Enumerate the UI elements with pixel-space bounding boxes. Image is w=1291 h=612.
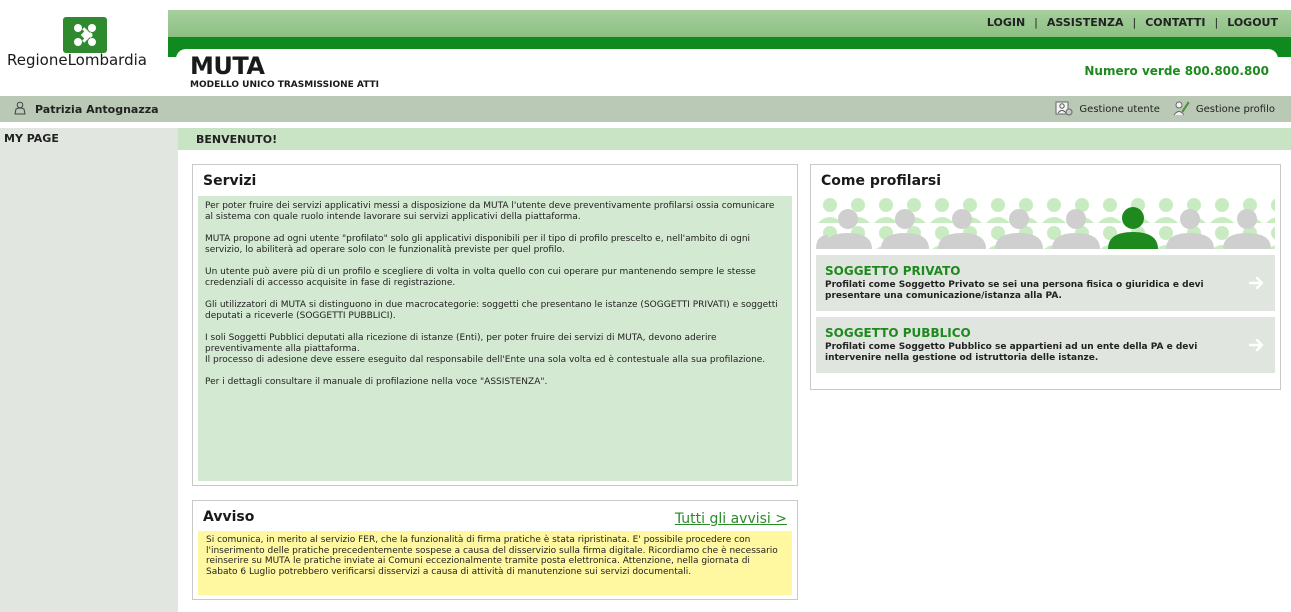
servizi-panel: Servizi Per poter fruire dei servizi app…	[192, 164, 798, 486]
servizi-body: Per poter fruire dei servizi applicativi…	[198, 196, 792, 481]
soggetto-pubblico-title: SOGGETTO PUBBLICO	[825, 326, 971, 340]
welcome-bar: BENVENUTO!	[178, 128, 1291, 150]
app-subtitle: MODELLO UNICO TRASMISSIONE ATTI	[190, 80, 380, 90]
soggetto-privato-title: SOGGETTO PRIVATO	[825, 264, 961, 278]
logout-link[interactable]: LOGOUT	[1227, 16, 1278, 29]
tutti-gli-avvisi-link[interactable]: Tutti gli avvisi >	[675, 511, 787, 527]
gestione-profilo-label: Gestione profilo	[1195, 104, 1275, 115]
soggetto-privato-desc: Profilati come Soggetto Privato se sei u…	[825, 280, 1204, 301]
servizi-paragraph: Per poter fruire dei servizi applicativi…	[205, 201, 775, 222]
arrow-right-icon	[1249, 276, 1264, 290]
avviso-text: Si comunica, in merito al servizio FER, …	[198, 531, 792, 595]
sidebar: MY PAGE	[0, 128, 178, 612]
nav-separator: |	[1214, 16, 1219, 29]
avviso-title: Avviso	[203, 509, 255, 525]
top-nav: LOGIN | ASSISTENZA | CONTATTI | LOGOUT	[987, 16, 1278, 29]
nav-separator: |	[1132, 16, 1137, 29]
login-link[interactable]: LOGIN	[987, 16, 1025, 29]
servizi-paragraph: Il processo di adesione deve essere eseg…	[205, 355, 766, 365]
soggetto-pubblico-card[interactable]: SOGGETTO PUBBLICO Profilati come Soggett…	[816, 317, 1275, 373]
servizi-paragraph: Gli utilizzatori di MUTA si distinguono …	[205, 300, 778, 321]
logo-text: RegioneLombardia	[7, 51, 147, 69]
sidebar-title[interactable]: MY PAGE	[4, 132, 59, 145]
user-info: Patrizia Antognazza	[13, 101, 159, 118]
regione-lombardia-logo-icon	[63, 17, 107, 53]
gestione-utente-label: Gestione utente	[1079, 104, 1160, 115]
avviso-panel: Avviso Tutti gli avvisi > Si comunica, i…	[192, 500, 798, 600]
app-title: MUTA	[190, 52, 265, 80]
profilarsi-title: Come profilarsi	[821, 173, 942, 189]
user-icon	[13, 101, 27, 118]
gestione-utente-link[interactable]: Gestione utente	[1055, 99, 1160, 120]
numero-verde: Numero verde 800.800.800	[1084, 64, 1269, 78]
assistenza-link[interactable]: ASSISTENZA	[1047, 16, 1124, 29]
arrow-right-icon	[1249, 338, 1264, 352]
profile-edit-icon	[1172, 99, 1190, 120]
user-name: Patrizia Antognazza	[35, 103, 159, 116]
gestione-profilo-link[interactable]: Gestione profilo	[1172, 99, 1275, 120]
soggetto-privato-card[interactable]: SOGGETTO PRIVATO Profilati come Soggetto…	[816, 255, 1275, 311]
servizi-paragraph: Per i dettagli consultare il manuale di …	[205, 377, 548, 387]
user-settings-icon	[1055, 99, 1073, 120]
people-illustration	[816, 195, 1275, 249]
servizi-title: Servizi	[203, 173, 257, 189]
profilarsi-panel: Come profilarsi SOGGETTO PRIVATO Profila…	[810, 164, 1281, 390]
soggetto-pubblico-desc: Profilati come Soggetto Pubblico se appa…	[825, 342, 1198, 363]
welcome-text: BENVENUTO!	[196, 133, 278, 146]
user-actions: Gestione utente Gestione profilo	[1049, 99, 1275, 120]
servizi-paragraph: Un utente può avere più di un profilo e …	[205, 267, 756, 288]
logo[interactable]: RegioneLombardia	[0, 0, 168, 96]
servizi-paragraph: MUTA propone ad ogni utente "profilato" …	[205, 234, 751, 255]
user-bar: Patrizia Antognazza Gestione utente Gest…	[0, 96, 1291, 122]
nav-separator: |	[1034, 16, 1038, 29]
contatti-link[interactable]: CONTATTI	[1145, 16, 1205, 29]
servizi-paragraph: I soli Soggetti Pubblici deputati alla r…	[205, 333, 717, 354]
